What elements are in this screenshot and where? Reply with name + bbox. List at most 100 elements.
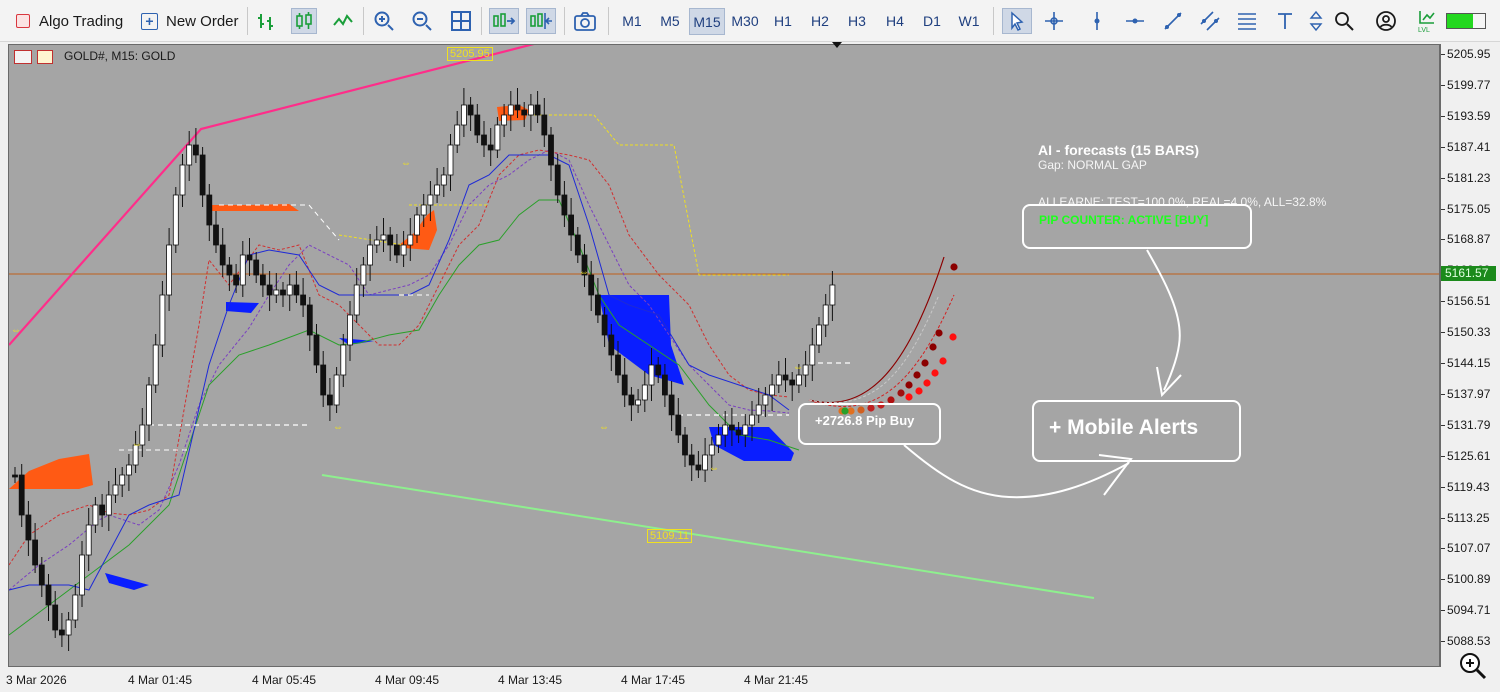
candle-body <box>199 154 206 196</box>
horizontal-line-icon[interactable] <box>1122 8 1148 34</box>
candle-body <box>809 344 816 366</box>
screenshot-icon[interactable] <box>572 8 598 34</box>
candle-body <box>802 364 809 376</box>
line-chart-icon[interactable] <box>330 8 356 34</box>
price-axis-tick <box>1441 208 1445 210</box>
mobile-alerts-text: + Mobile Alerts <box>1049 416 1199 439</box>
price-axis-tick <box>1441 146 1445 148</box>
candle-body <box>782 374 789 381</box>
vertical-line-icon[interactable] <box>1084 8 1110 34</box>
candle-body <box>722 424 729 436</box>
candle-body <box>219 244 226 266</box>
candle-body <box>702 454 708 471</box>
timeframe-m5[interactable]: M5 <box>654 8 686 35</box>
arrows-icon[interactable] <box>1303 8 1329 34</box>
trendline-icon[interactable] <box>1160 8 1186 34</box>
candle-body <box>306 304 313 336</box>
time-axis-label: 4 Mar 21:45 <box>744 673 809 687</box>
price-axis-label: 5088.53 <box>1447 634 1491 649</box>
forecast-dot <box>939 357 947 365</box>
svg-text:⇔: ⇔ <box>709 463 719 474</box>
timeframe-m15[interactable]: M15 <box>689 8 725 35</box>
timeframe-h4[interactable]: H4 <box>880 8 910 35</box>
candle-body <box>192 144 199 156</box>
account-icon[interactable] <box>1373 8 1399 34</box>
cloud-indicator <box>9 105 794 590</box>
candle-body <box>769 384 775 396</box>
candle-body <box>119 474 126 486</box>
pip-buy-text: +2726.8 Pip Buy <box>815 413 915 428</box>
candlestick-chart-icon[interactable] <box>291 8 317 34</box>
price-axis-tick <box>1441 239 1445 241</box>
timeframe-w1[interactable]: W1 <box>954 8 984 35</box>
candle-body <box>615 354 621 376</box>
candle-body <box>528 104 534 116</box>
support-trendline[interactable] <box>321 474 1095 599</box>
price-chart[interactable]: ⇔ ⇔ ⇔ ⇔ ⇔ ⇔ ⇔ ⇔ GOLD#, M15: GOLD 5205.95 5109… <box>8 44 1440 667</box>
candle-body <box>668 394 675 416</box>
candle-body <box>186 144 193 166</box>
zoom-in-icon[interactable] <box>371 8 397 34</box>
candle-body <box>595 294 601 316</box>
autoscroll-icon[interactable] <box>489 8 519 34</box>
svg-text:⇔: ⇔ <box>132 439 142 450</box>
timeframe-m1[interactable]: M1 <box>616 8 648 35</box>
timeframe-d1[interactable]: D1 <box>917 8 947 35</box>
timeframe-h3[interactable]: H3 <box>842 8 872 35</box>
forecast-dot <box>897 389 905 397</box>
candle-body <box>360 264 367 286</box>
candle-body <box>253 259 260 276</box>
price-axis-label: 5094.71 <box>1447 603 1491 618</box>
forecast-dot <box>949 333 957 341</box>
candle-body <box>588 274 595 296</box>
candle-body <box>789 379 796 386</box>
crosshair-icon[interactable] <box>1041 8 1067 34</box>
candle-body <box>387 234 394 246</box>
forecast-dot <box>905 381 913 389</box>
level-icon[interactable]: LVL <box>1414 8 1440 34</box>
algo-trading-button[interactable]: Algo Trading <box>16 6 123 36</box>
zoom-out-icon[interactable] <box>409 8 435 34</box>
candle-body <box>326 394 333 406</box>
high-price-label: 5205.95 <box>447 47 493 61</box>
forecast-dot <box>915 387 923 395</box>
timeframe-m30[interactable]: M30 <box>727 8 763 35</box>
svg-text:⇔: ⇔ <box>333 422 343 433</box>
candle-body <box>72 594 79 621</box>
candle-body <box>59 629 65 636</box>
candle-body <box>662 374 668 396</box>
candle-body <box>300 294 307 306</box>
symbol-label: GOLD#, M15: GOLD <box>14 49 175 64</box>
channel-icon[interactable] <box>1197 8 1223 34</box>
bar-chart-icon[interactable] <box>254 8 280 34</box>
candle-body <box>393 244 400 256</box>
time-axis-label: 4 Mar 13:45 <box>498 673 563 687</box>
new-order-button[interactable]: + New Order <box>141 6 239 36</box>
timeframe-h2[interactable]: H2 <box>805 8 835 35</box>
chart-shift-icon[interactable] <box>526 8 556 34</box>
candle-body <box>400 244 407 256</box>
forecast-dot <box>935 329 943 337</box>
timeframe-h1[interactable]: H1 <box>768 8 798 35</box>
price-axis[interactable]: 5205.95 5199.77 5193.59 5187.41 5181.23 5175.… <box>1440 44 1500 667</box>
cursor-icon[interactable] <box>1002 8 1032 34</box>
candle-body <box>38 564 45 586</box>
fibonacci-icon[interactable] <box>1234 8 1260 34</box>
zoom-icon[interactable] <box>1457 650 1489 682</box>
candle-body <box>280 289 286 296</box>
new-order-label: New Order <box>166 12 239 30</box>
price-axis-label: 5119.43 <box>1447 479 1490 494</box>
main-toolbar: Algo Trading + New Order M1 M5 M15 M30 H… <box>0 0 1500 42</box>
connection-status-bar <box>1446 13 1486 29</box>
grid-icon[interactable] <box>448 8 474 34</box>
price-axis-tick <box>1441 610 1445 612</box>
price-axis-tick <box>1441 548 1445 550</box>
current-price-badge: 5161.57 <box>1441 266 1496 281</box>
candle-body <box>414 214 420 236</box>
candle-body <box>166 244 173 296</box>
time-axis[interactable]: 3 Mar 2026 4 Mar 01:45 4 Mar 05:45 4 Mar 09… <box>0 667 1440 692</box>
resistance-trendline[interactable] <box>9 45 569 346</box>
search-icon[interactable] <box>1331 8 1357 34</box>
text-icon[interactable] <box>1272 8 1298 34</box>
price-axis-label: 5193.59 <box>1447 108 1491 123</box>
